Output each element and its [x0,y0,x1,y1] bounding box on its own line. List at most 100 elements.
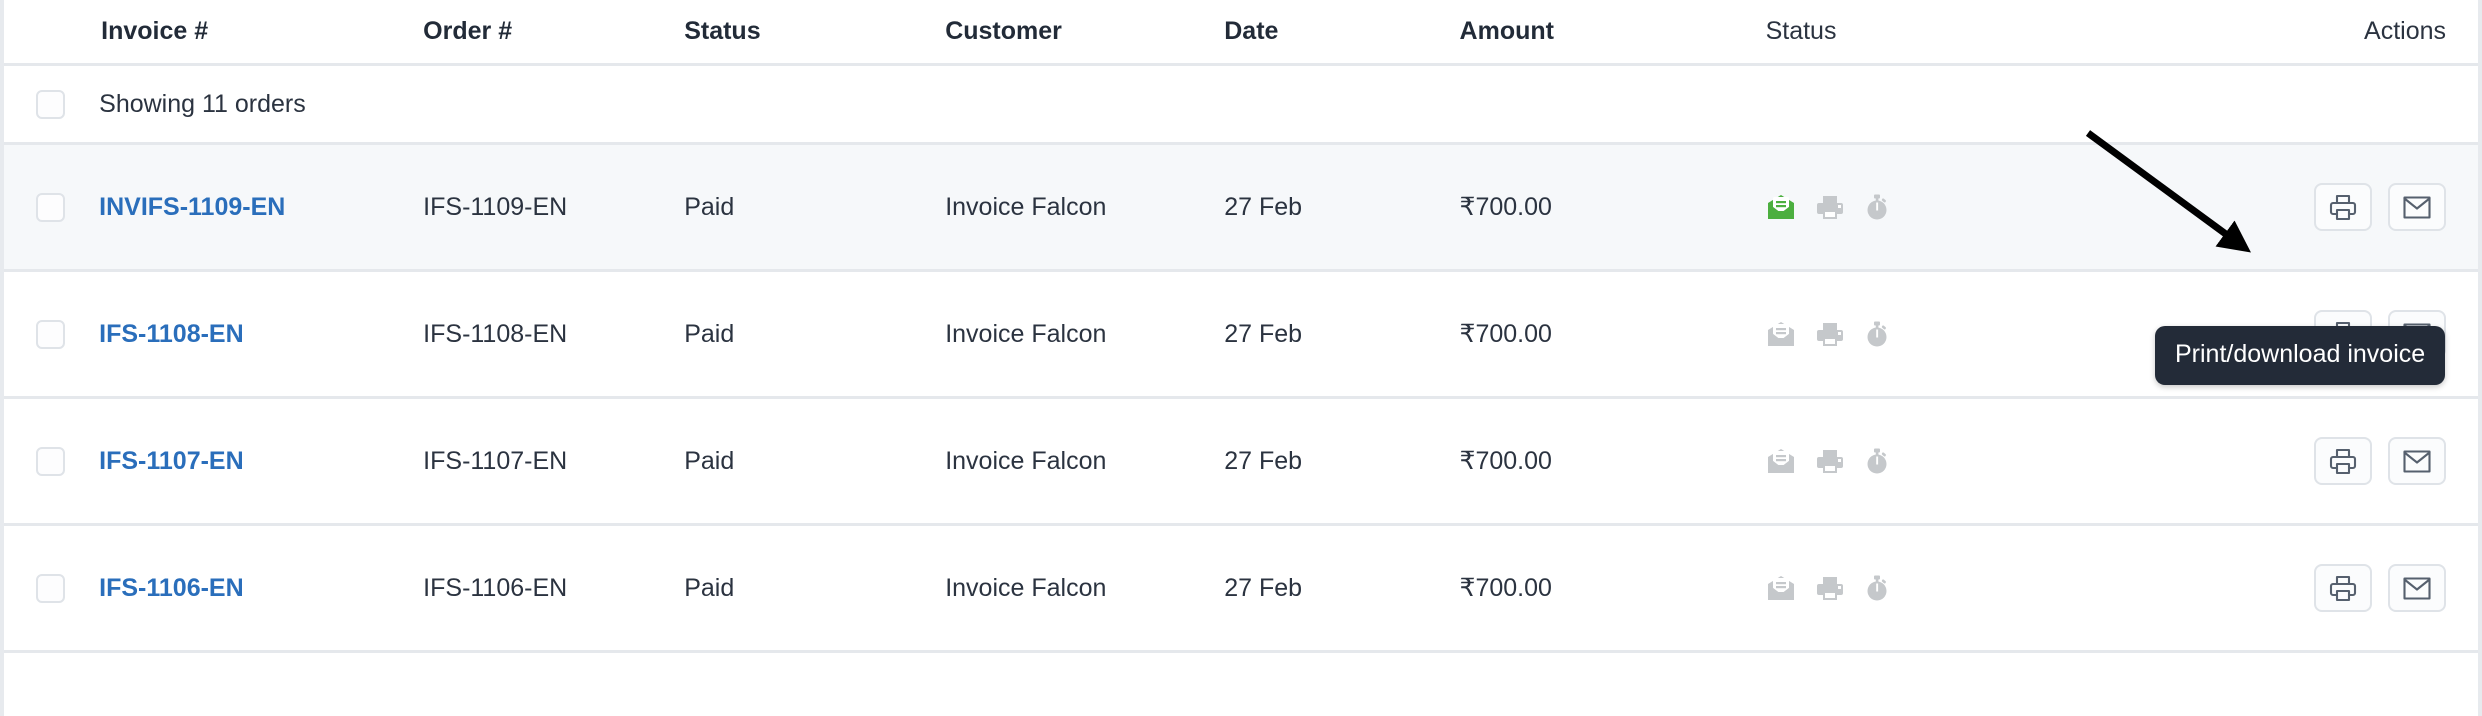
column-header-actions: Actions [2117,0,2478,66]
printer-icon[interactable] [1816,194,1844,220]
invoice-list-screen: Invoice # Order # Status Customer Date A… [0,0,2482,716]
email-invoice-button[interactable] [2388,437,2446,485]
invoice-link[interactable]: IFS-1106-EN [99,574,244,602]
invoice-date: 27 Feb [1224,573,1303,602]
column-header-order[interactable]: Order # [423,0,685,66]
email-invoice-button[interactable] [2388,183,2446,231]
cell-date: 27 Feb [1224,524,1460,653]
invoice-link[interactable]: IFS-1108-EN [99,320,244,348]
cell-customer: Invoice Falcon [945,143,1225,272]
table-row[interactable]: INVIFS-1109-EN IFS-1109-EN Paid Invoice … [4,143,2478,272]
row-checkbox[interactable] [36,446,65,476]
invoice-date: 27 Feb [1224,319,1303,348]
open-envelope-icon[interactable] [1766,321,1796,347]
cell-amount: ₹700.00 [1459,397,1766,526]
invoice-link[interactable]: INVIFS-1109-EN [99,193,285,221]
cell-actions [2117,397,2478,526]
status-text: Paid [684,319,735,348]
status-icon-group [1766,575,2118,601]
cell-status: Paid [684,143,946,272]
cell-actions [2117,143,2478,272]
cell-status-flags [1765,524,2118,653]
cell-date: 27 Feb [1224,143,1460,272]
status-icon-group [1766,321,2118,347]
cell-order: IFS-1109-EN [423,143,685,272]
column-header-amount[interactable]: Amount [1459,0,1766,66]
printer-icon[interactable] [1816,448,1844,474]
stopwatch-icon[interactable] [1864,321,1890,347]
column-header-customer[interactable]: Customer [945,0,1225,66]
table-row[interactable]: IFS-1108-EN IFS-1108-EN Paid Invoice Fal… [4,270,2478,399]
printer-icon[interactable] [1816,321,1844,347]
status-text: Paid [684,573,735,602]
column-header-invoice[interactable]: Invoice # [99,0,424,66]
invoices-table: Invoice # Order # Status Customer Date A… [4,0,2478,653]
printer-icon [2329,575,2357,602]
tooltip-text: Print/download invoice [2175,340,2426,368]
row-select-cell [4,143,100,272]
print-invoice-button[interactable] [2314,183,2372,231]
cell-status: Paid [684,524,946,653]
order-number: IFS-1107-EN [423,446,568,475]
invoice-date: 27 Feb [1224,446,1303,475]
row-select-cell [4,397,100,526]
status-icon-group [1766,448,2118,474]
cell-customer: Invoice Falcon [945,397,1225,526]
status-text: Paid [684,446,735,475]
invoice-link[interactable]: IFS-1107-EN [99,447,244,475]
invoice-date: 27 Feb [1224,192,1303,221]
row-checkbox[interactable] [36,319,65,349]
email-invoice-button[interactable] [2388,564,2446,612]
invoice-amount: ₹700.00 [1459,574,1552,602]
customer-name: Invoice Falcon [945,319,1107,348]
table-row[interactable]: IFS-1106-EN IFS-1106-EN Paid Invoice Fal… [4,524,2478,653]
column-header-date[interactable]: Date [1224,0,1460,66]
print-invoice-button[interactable] [2314,564,2372,612]
cell-date: 27 Feb [1224,397,1460,526]
stopwatch-icon[interactable] [1864,448,1890,474]
status-icon-group [1766,194,2118,220]
cell-amount: ₹700.00 [1459,524,1766,653]
stopwatch-icon[interactable] [1864,194,1890,220]
summary-row: Showing 11 orders [4,64,2478,145]
cell-amount: ₹700.00 [1459,143,1766,272]
cell-invoice: IFS-1106-EN [99,524,424,653]
column-header-select [4,0,100,66]
stopwatch-icon[interactable] [1864,575,1890,601]
open-envelope-icon[interactable] [1766,575,1796,601]
status-text: Paid [684,192,735,221]
row-select-cell [4,524,100,653]
invoice-amount: ₹700.00 [1459,193,1552,221]
cell-status-flags [1765,143,2118,272]
cell-customer: Invoice Falcon [945,524,1225,653]
envelope-icon [2403,195,2431,219]
column-header-flags-status: Status [1765,0,2118,66]
tooltip: Print/download invoice [2155,326,2446,385]
customer-name: Invoice Falcon [945,573,1107,602]
table-row[interactable]: IFS-1107-EN IFS-1107-EN Paid Invoice Fal… [4,397,2478,526]
table-body: Showing 11 orders INVIFS-1109-EN IFS-110… [4,64,2478,653]
cell-invoice: IFS-1108-EN [99,270,424,399]
row-checkbox[interactable] [36,192,65,222]
table-header: Invoice # Order # Status Customer Date A… [4,0,2478,66]
printer-icon[interactable] [1816,575,1844,601]
summary-select-cell [4,64,100,145]
row-checkbox[interactable] [36,573,65,603]
open-envelope-icon[interactable] [1766,448,1796,474]
select-all-checkbox[interactable] [36,89,65,119]
envelope-icon [2403,576,2431,600]
action-button-group [2118,564,2478,612]
cell-order: IFS-1107-EN [423,397,685,526]
envelope-icon [2403,449,2431,473]
cell-amount: ₹700.00 [1459,270,1766,399]
invoice-amount: ₹700.00 [1459,447,1552,475]
customer-name: Invoice Falcon [945,192,1107,221]
open-envelope-icon[interactable] [1766,194,1796,220]
column-header-status[interactable]: Status [684,0,946,66]
print-invoice-button[interactable] [2314,437,2372,485]
cell-status-flags [1765,270,2118,399]
order-number: IFS-1108-EN [423,319,568,348]
cell-invoice: INVIFS-1109-EN [99,143,424,272]
invoices-table-container: Invoice # Order # Status Customer Date A… [0,0,2482,716]
row-select-cell [4,270,100,399]
